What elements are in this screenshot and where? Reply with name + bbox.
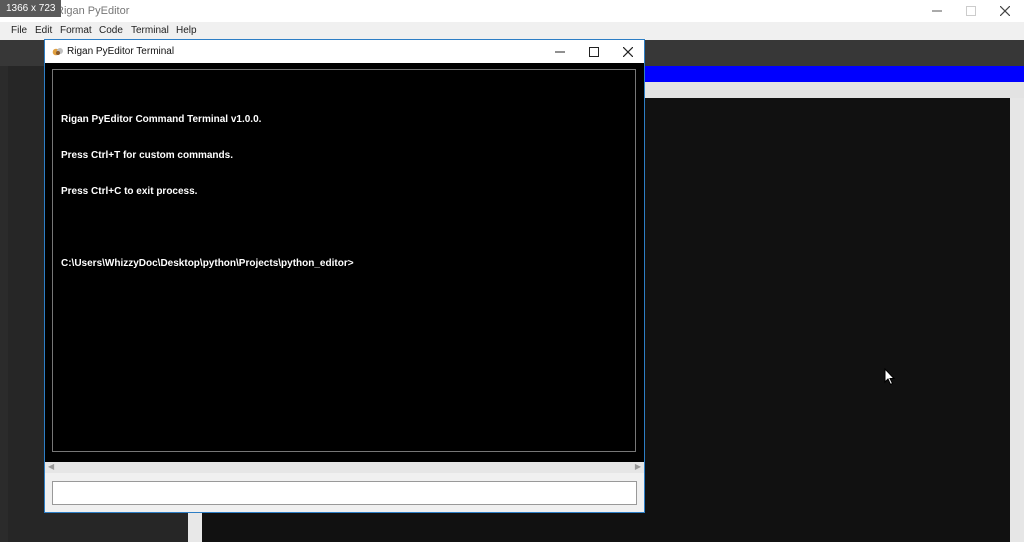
maximize-icon [589, 46, 599, 57]
terminal-window: Rigan PyEditor Terminal Rigan PyEditor C… [44, 39, 645, 513]
terminal-minimize-button[interactable] [543, 40, 577, 63]
terminal-close-button[interactable] [611, 40, 645, 63]
menu-code[interactable]: Code [99, 25, 123, 36]
feather-icon [52, 48, 63, 56]
terminal-line: Press Ctrl+C to exit process. [61, 186, 198, 197]
main-menubar: File Edit Format Code Terminal Help [0, 22, 1024, 40]
code-editor-bottom[interactable] [202, 513, 1010, 542]
main-minimize-button[interactable] [920, 0, 954, 22]
terminal-output[interactable]: Rigan PyEditor Command Terminal v1.0.0. … [52, 69, 636, 452]
terminal-titlebar[interactable]: Rigan PyEditor Terminal [45, 40, 644, 63]
main-maximize-button[interactable] [954, 0, 988, 22]
screen-size-badge: 1366 x 723 [0, 0, 61, 17]
close-icon [1000, 6, 1010, 16]
main-window-title: Rigan PyEditor [56, 5, 130, 17]
scroll-right-icon[interactable]: ▶ [635, 462, 641, 471]
menu-help[interactable]: Help [176, 25, 197, 36]
terminal-title: Rigan PyEditor Terminal [67, 46, 175, 57]
editor-header [644, 82, 1024, 98]
scroll-left-icon[interactable]: ◀ [48, 462, 54, 471]
code-editor[interactable] [644, 98, 1010, 542]
panel-divider[interactable] [188, 513, 202, 542]
menu-terminal[interactable]: Terminal [131, 25, 169, 36]
tab-strip [644, 66, 1024, 82]
maximize-icon [966, 6, 976, 16]
minimize-icon [932, 10, 942, 12]
mouse-cursor-icon [884, 368, 896, 386]
menu-file[interactable]: File [11, 25, 27, 36]
terminal-command-input[interactable] [52, 481, 637, 505]
terminal-horizontal-scrollbar[interactable]: ◀ ▶ [45, 462, 644, 473]
minimize-icon [555, 51, 565, 52]
terminal-line: Rigan PyEditor Command Terminal v1.0.0. [61, 114, 262, 125]
menu-edit[interactable]: Edit [35, 25, 52, 36]
line-gutter [0, 66, 8, 542]
terminal-maximize-button[interactable] [577, 40, 611, 63]
terminal-line: Press Ctrl+T for custom commands. [61, 150, 233, 161]
close-icon [623, 46, 633, 57]
terminal-prompt: C:\Users\WhizzyDoc\Desktop\python\Projec… [61, 258, 354, 269]
main-close-button[interactable] [988, 0, 1022, 22]
editor-vertical-scrollbar[interactable] [1010, 98, 1024, 542]
main-titlebar[interactable]: Rigan PyEditor 1366 x 723 [0, 0, 1024, 22]
menu-format[interactable]: Format [60, 25, 92, 36]
